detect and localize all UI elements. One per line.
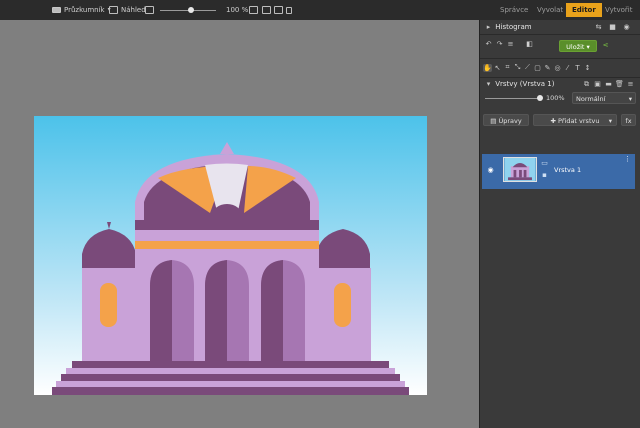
image-icon [109,6,118,14]
fit-1to1-icon[interactable] [249,4,258,16]
grid-icon[interactable] [274,4,283,16]
folder-icon[interactable]: ▬ [604,78,613,91]
tab-create[interactable]: Vytvořit [599,3,638,17]
duplicate-layer-icon[interactable]: ⧉ [582,78,591,91]
more-tools-icon[interactable]: ↕ [583,64,592,72]
opacity-value: 100% [546,94,565,102]
fx-button[interactable]: fx [621,114,636,126]
top-toolbar: Průzkumník ▾ Náhled 100 % Správce Vyvola… [0,0,640,20]
chevron-down-icon: ▾ [608,117,612,125]
tools-toolbar: ✋ ↖ ⌗ ⤡ ⟋ ▢ ✎ ◎ ⁄ T ↕ [483,63,592,72]
compare-icon[interactable]: ◧ [525,40,534,48]
right-panel: ▸ Histogram ⇆ ■ ◉ ↶ ↷ ≡ ◧ Uložit ▾ ⋖ ✋ ↖… [479,20,640,428]
layers-menu-icon[interactable]: ≡ [626,78,635,91]
adjust-label: Úpravy [498,117,522,125]
tab-manage[interactable]: Správce [494,3,534,17]
zoom-slider-knob[interactable] [187,7,194,13]
layers-title: Vrstvy (Vrstva 1) [495,80,555,88]
chevron-down-icon: ▾ [628,95,632,103]
layer-name: Vrstva 1 [554,166,582,174]
blend-mode-value: Normální [576,95,606,103]
save-label: Uložit [566,43,585,51]
histogram-title: Histogram [495,23,532,31]
layer-menu-icon[interactable]: ⋮ [623,155,632,163]
chevron-right-icon: ▸ [486,23,491,31]
histogram-mode-icon[interactable]: ⇆ [594,21,603,34]
browser-label: Průzkumník [64,6,105,14]
selection-tool-icon[interactable]: ▢ [533,64,542,72]
layer-mask-icon: ▪ [542,171,547,179]
histogram-display-icon[interactable]: ■ [608,21,617,34]
layer-item[interactable]: ◉ ▭ ▪ Vrstva 1 ⋮ [482,154,635,189]
layer-thumbnail [503,157,537,182]
opacity-slider[interactable] [485,98,540,99]
tab-develop[interactable]: Vyvolat [531,3,569,17]
edited-image[interactable] [34,116,427,395]
text-tool-icon[interactable]: T [573,64,582,72]
transform-tool-icon[interactable]: ⤡ [513,63,522,72]
save-button[interactable]: Uložit ▾ [559,40,597,52]
blend-mode-select[interactable]: Normální ▾ [572,92,636,104]
fit-screen-icon[interactable] [262,4,271,16]
add-layer-button[interactable]: ✚ Přidat vrstvu ▾ [533,114,617,126]
preview-label: Náhled [121,6,146,14]
histogram-header[interactable]: ▸ Histogram ⇆ ■ ◉ [480,21,640,34]
undo-icon[interactable]: ↶ [484,40,493,48]
eye-icon[interactable]: ◉ [486,166,495,174]
browser-menu[interactable]: Průzkumník ▾ [52,4,111,16]
clone-tool-icon[interactable]: ◎ [553,64,562,72]
layers-header[interactable]: ▾ Vrstvy (Vrstva 1) ⧉ ▣ ▬ 🗑 ≡ [480,78,640,91]
folder-icon [52,7,61,13]
crop-tool-icon[interactable]: ⌗ [503,63,512,72]
histogram-settings-icon[interactable]: ◉ [622,21,631,34]
delete-layer-icon[interactable]: 🗑 [615,78,624,91]
select-tool-icon[interactable]: ↖ [493,64,502,72]
plus-icon: ✚ [550,117,559,125]
external-open-icon[interactable] [145,4,154,16]
opacity-slider-knob[interactable] [537,95,543,101]
brush-tool-icon[interactable]: ⁄ [563,64,572,72]
tab-editor[interactable]: Editor [566,3,602,17]
adjustments-button[interactable]: ▤ Úpravy [483,114,529,126]
hand-tool-icon[interactable]: ✋ [483,63,492,72]
retouch-tool-icon[interactable]: ✎ [543,64,552,72]
lock-icon[interactable] [286,4,292,16]
layer-type-icon: ▭ [541,159,548,167]
add-layer-label: Přidat vrstvu [558,117,600,125]
redo-icon[interactable]: ↷ [495,40,504,48]
history-icon[interactable]: ≡ [506,40,515,48]
zoom-value: 100 % [226,6,249,14]
share-icon[interactable]: ⋖ [601,41,610,49]
history-toolbar: ↶ ↷ ≡ ◧ [484,40,534,48]
mask-icon[interactable]: ▣ [593,78,602,91]
straighten-tool-icon[interactable]: ⟋ [523,63,532,72]
preview-button[interactable]: Náhled [109,4,146,16]
chevron-down-icon: ▾ [486,80,491,88]
